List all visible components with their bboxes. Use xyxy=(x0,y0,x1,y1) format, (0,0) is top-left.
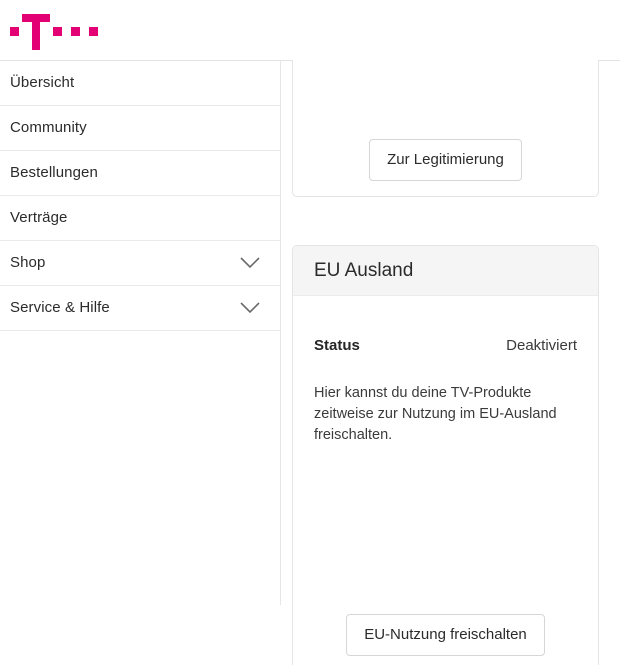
telekom-logo[interactable] xyxy=(10,14,102,50)
card-title: EU Ausland xyxy=(314,260,414,281)
eu-ausland-card-header: EU Ausland xyxy=(293,246,598,296)
eu-button-row: EU-Nutzung freischalten xyxy=(293,614,598,656)
sidebar-item-vertraege[interactable]: Verträge xyxy=(0,196,280,241)
chevron-down-icon[interactable] xyxy=(240,257,260,269)
sidebar-item-label: Übersicht xyxy=(10,74,75,91)
chevron-down-icon[interactable] xyxy=(240,302,260,314)
status-label: Status xyxy=(314,337,360,354)
eu-ausland-description: Hier kannst du deine TV-Produkte zeitwei… xyxy=(314,385,557,443)
eu-nutzung-freischalten-button[interactable]: EU-Nutzung freischalten xyxy=(346,614,545,656)
page-header xyxy=(0,0,620,61)
sidebar-item-label: Service & Hilfe xyxy=(10,299,110,316)
eu-ausland-card: EU Ausland Status Deaktiviert Hier kanns… xyxy=(292,245,599,665)
sidebar-item-label: Shop xyxy=(10,254,46,271)
status-row: Status Deaktiviert xyxy=(314,296,577,355)
sidebar-item-service-hilfe[interactable]: Service & Hilfe xyxy=(0,286,280,331)
legitimation-card: Zur Legitimierung xyxy=(292,60,599,197)
legitimation-button-row: Zur Legitimierung xyxy=(293,139,598,181)
sidebar-item-label: Bestellungen xyxy=(10,164,98,181)
status-badge: Deaktiviert xyxy=(506,337,577,354)
sidebar-item-bestellungen[interactable]: Bestellungen xyxy=(0,151,280,196)
sidebar-item-label: Verträge xyxy=(10,209,68,226)
sidebar-item-uebersicht[interactable]: Übersicht xyxy=(0,61,280,106)
sidebar-item-shop[interactable]: Shop xyxy=(0,241,280,286)
eu-ausland-card-body: Status Deaktiviert Hier kannst du deine … xyxy=(293,296,598,446)
zur-legitimierung-button[interactable]: Zur Legitimierung xyxy=(369,139,522,181)
main-content: Zur Legitimierung EU Ausland Status Deak… xyxy=(281,60,620,665)
sidebar-item-label: Community xyxy=(10,119,87,136)
sidebar-navigation: Übersicht Community Bestellungen Verträg… xyxy=(0,61,281,605)
sidebar-item-community[interactable]: Community xyxy=(0,106,280,151)
